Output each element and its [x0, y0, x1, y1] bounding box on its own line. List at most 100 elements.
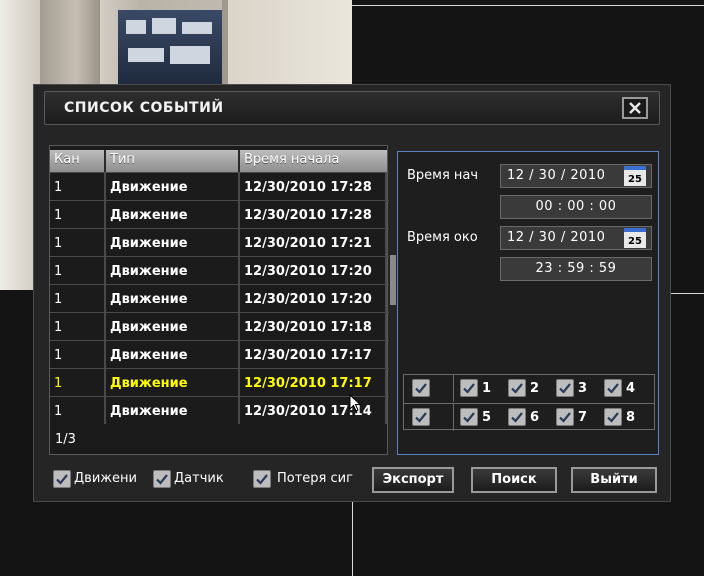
motion-filter-label: Движени: [74, 471, 137, 486]
dialog-title: СПИСОК СОБЫТИЙ: [64, 100, 224, 116]
table-header: Кан Тип Время начала: [50, 150, 389, 172]
channel-cell: 1: [50, 397, 106, 424]
start-time-cell: 12/30/2010 17:18: [240, 313, 387, 340]
table-row[interactable]: 1 Движение 12/30/2010 17:17: [50, 340, 389, 368]
channel-checkbox-5[interactable]: [460, 408, 478, 426]
event-table: Кан Тип Время начала 1 Движение 12/30/2010…: [49, 145, 389, 455]
motion-filter-checkbox[interactable]: [53, 470, 71, 488]
page-indicator: 1/3: [55, 432, 76, 447]
header-type[interactable]: Тип: [106, 150, 240, 172]
table-row[interactable]: 1 Движение 12/30/2010 17:20: [50, 284, 389, 312]
table-row[interactable]: 1 Движение 12/30/2010 17:18: [50, 312, 389, 340]
event-list-dialog: СПИСОК СОБЫТИЙ Кан Тип Время начала 1 Дви…: [33, 84, 671, 502]
channel-checkbox-4[interactable]: [604, 379, 622, 397]
type-cell: Движение: [106, 201, 240, 228]
checkmark-icon: [463, 412, 475, 423]
channel-label-3: 3: [578, 381, 588, 396]
table-body: 1 Движение 12/30/2010 17:28 1 Движение 12/30/…: [50, 172, 389, 424]
type-cell: Движение: [106, 313, 240, 340]
grid-divider-v: [352, 500, 353, 576]
signal-loss-filter-checkbox[interactable]: [253, 470, 271, 488]
channel-cell: 1: [50, 341, 106, 368]
start-time-cell: 12/30/2010 17:17: [240, 341, 387, 368]
search-panel: Время нач 12 / 30 / 2010 25 00 : 00 : 00…: [397, 151, 659, 455]
select-all-cell: [404, 375, 454, 402]
channel-cell: 1: [50, 313, 106, 340]
dialog-titlebar: СПИСОК СОБЫТИЙ: [44, 91, 660, 125]
type-cell: Движение: [106, 257, 240, 284]
type-cell: Движение: [106, 341, 240, 368]
channel-label-1: 1: [482, 381, 492, 396]
start-time-label: Время нач: [407, 168, 479, 183]
channel-cell: 1: [50, 201, 106, 228]
checkmark-icon: [415, 383, 427, 394]
channel-checkbox-7[interactable]: [556, 408, 574, 426]
start-time-cell: 12/30/2010 17:28: [240, 201, 387, 228]
table-scrollbar[interactable]: [390, 185, 396, 415]
checkmark-icon: [256, 474, 268, 485]
search-button[interactable]: Поиск: [471, 467, 557, 493]
start-time-cell: 12/30/2010 17:21: [240, 229, 387, 256]
start-time-cell: 12/30/2010 17:14: [240, 397, 387, 424]
calendar-icon[interactable]: 25: [624, 228, 646, 248]
sensor-filter-label: Датчик: [174, 471, 224, 486]
checkmark-icon: [156, 474, 168, 485]
checkmark-icon: [607, 412, 619, 423]
checkmark-icon: [511, 412, 523, 423]
checkmark-icon: [559, 383, 571, 394]
header-start-time[interactable]: Время начала: [240, 150, 387, 172]
start-time-field[interactable]: 00 : 00 : 00: [500, 195, 652, 219]
channel-selector: 1 2 3 4 5 6 7 8: [403, 374, 655, 431]
select-all-checkbox-2[interactable]: [412, 408, 430, 426]
sensor-filter-checkbox[interactable]: [153, 470, 171, 488]
channel-checkbox-1[interactable]: [460, 379, 478, 397]
table-row[interactable]: 1 Движение 12/30/2010 17:20: [50, 256, 389, 284]
channel-row-1: 1 2 3 4: [404, 375, 654, 402]
channel-label-2: 2: [530, 381, 540, 396]
type-cell: Движение: [106, 369, 240, 396]
channel-cell: 1: [50, 229, 106, 256]
grid-divider-h2: [671, 293, 704, 294]
select-all-checkbox-1[interactable]: [412, 379, 430, 397]
scroll-thumb[interactable]: [390, 255, 396, 305]
table-row[interactable]: 1 Движение 12/30/2010 17:17: [50, 368, 389, 396]
type-cell: Движение: [106, 397, 240, 424]
table-row[interactable]: 1 Движение 12/30/2010 17:28: [50, 172, 389, 200]
type-cell: Движение: [106, 229, 240, 256]
table-row[interactable]: 1 Движение 12/30/2010 17:14: [50, 396, 389, 424]
checkmark-icon: [415, 412, 427, 423]
checkmark-icon: [511, 383, 523, 394]
end-time-field[interactable]: 23 : 59 : 59: [500, 257, 652, 281]
close-icon: [629, 102, 641, 114]
channel-checkbox-8[interactable]: [604, 408, 622, 426]
close-button[interactable]: [622, 97, 648, 119]
channel-checkbox-2[interactable]: [508, 379, 526, 397]
checkmark-icon: [463, 383, 475, 394]
checkmark-icon: [607, 383, 619, 394]
channel-label-4: 4: [626, 381, 636, 396]
start-time-cell: 12/30/2010 17:28: [240, 173, 387, 200]
channel-cell: 1: [50, 257, 106, 284]
end-time-label: Время око: [407, 230, 478, 245]
header-channel[interactable]: Кан: [50, 150, 106, 172]
channel-label-7: 7: [578, 410, 588, 425]
type-cell: Движение: [106, 285, 240, 312]
signal-loss-filter-label: Потеря сиг: [277, 471, 353, 486]
channel-checkbox-3[interactable]: [556, 379, 574, 397]
table-row[interactable]: 1 Движение 12/30/2010 17:28: [50, 200, 389, 228]
export-button[interactable]: Экспорт: [372, 467, 454, 493]
channel-label-6: 6: [530, 410, 540, 425]
mouse-cursor-icon: [349, 394, 361, 412]
channel-cell: 1: [50, 285, 106, 312]
channel-cell: 1: [50, 173, 106, 200]
exit-button[interactable]: Выйти: [571, 467, 657, 493]
checkmark-icon: [559, 412, 571, 423]
channel-label-5: 5: [482, 410, 492, 425]
table-row[interactable]: 1 Движение 12/30/2010 17:21: [50, 228, 389, 256]
channel-row-2: 5 6 7 8: [404, 403, 654, 431]
start-time-cell: 12/30/2010 17:17: [240, 369, 387, 396]
checkmark-icon: [56, 474, 68, 485]
type-cell: Движение: [106, 173, 240, 200]
channel-checkbox-6[interactable]: [508, 408, 526, 426]
calendar-icon[interactable]: 25: [624, 166, 646, 186]
